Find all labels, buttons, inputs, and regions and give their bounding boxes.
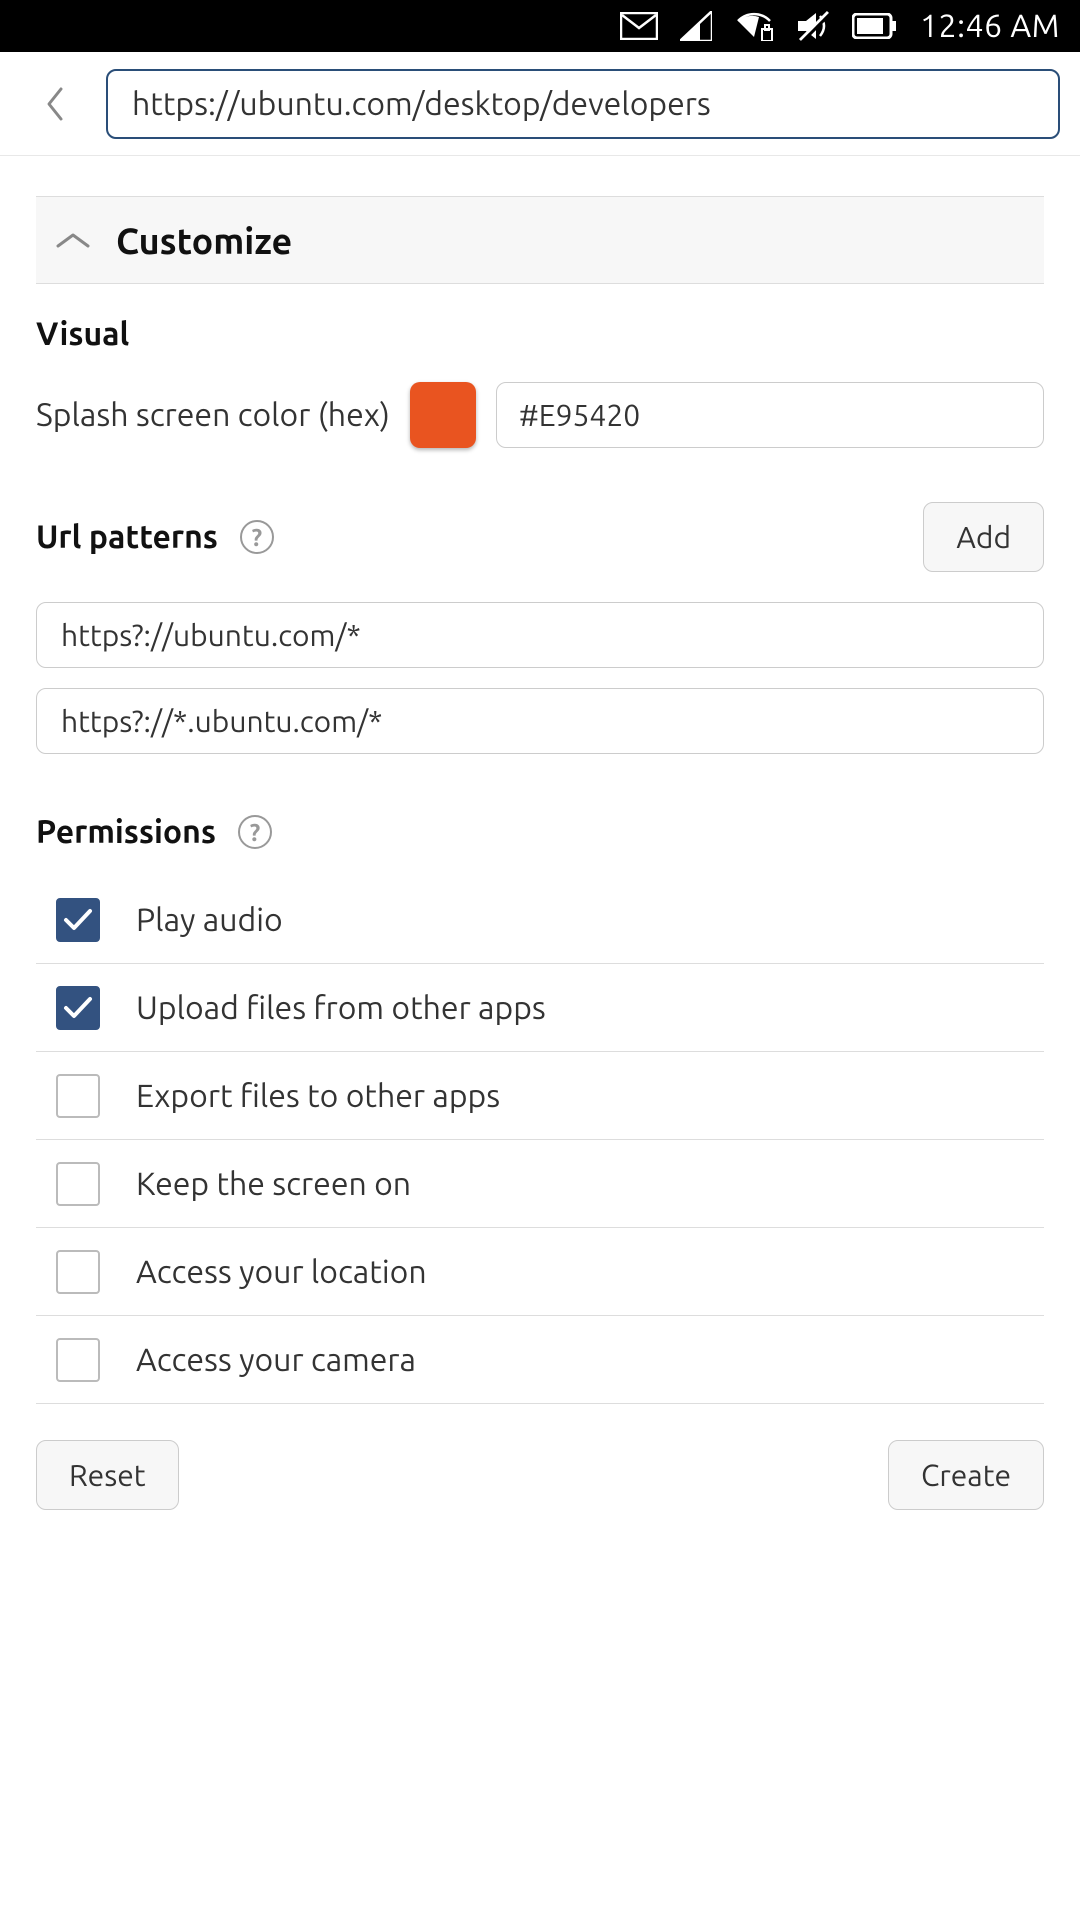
permission-label: Access your location [136,1254,427,1290]
footer-buttons: Reset Create [36,1440,1044,1546]
permission-label: Access your camera [136,1342,416,1378]
url-patterns-row: Url patterns ? Add [36,502,1044,572]
permission-row: Export files to other apps [36,1052,1044,1140]
mute-icon [796,10,830,42]
splash-hex-input[interactable] [496,382,1044,448]
permission-row: Play audio [36,876,1044,964]
permission-row: Access your location [36,1228,1044,1316]
checkbox-export-files[interactable] [56,1074,100,1118]
back-button[interactable] [40,89,70,119]
status-bar: 12:46 AM [0,0,1080,52]
permissions-list: Play audio Upload files from other apps … [36,876,1044,1404]
permissions-section: Permissions ? Play audio Upload files fr… [36,814,1044,1404]
permission-label: Keep the screen on [136,1166,411,1202]
checkbox-access-camera[interactable] [56,1338,100,1382]
url-patterns-heading: Url patterns [36,519,218,555]
url-pattern-input[interactable] [36,602,1044,668]
color-swatch[interactable] [410,382,476,448]
url-input[interactable] [106,69,1060,139]
url-patterns-list [36,602,1044,754]
permission-row: Upload files from other apps [36,964,1044,1052]
chevron-left-icon [45,86,65,122]
permissions-heading: Permissions [36,814,216,850]
checkbox-access-location[interactable] [56,1250,100,1294]
permission-label: Upload files from other apps [136,990,546,1026]
checkbox-keep-screen-on[interactable] [56,1162,100,1206]
permission-row: Access your camera [36,1316,1044,1404]
wifi-icon [734,11,774,41]
reset-button[interactable]: Reset [36,1440,179,1510]
url-bar [0,52,1080,156]
status-time: 12:46 AM [920,8,1060,44]
checkbox-upload-files[interactable] [56,986,100,1030]
check-icon [63,908,93,932]
check-icon [63,996,93,1020]
create-button[interactable]: Create [888,1440,1044,1510]
permission-label: Play audio [136,902,283,938]
accordion-title: Customize [116,220,292,261]
battery-icon [852,13,896,39]
url-pattern-input[interactable] [36,688,1044,754]
splash-label: Splash screen color (hex) [36,397,390,433]
permission-label: Export files to other apps [136,1078,500,1114]
mail-icon [620,12,658,40]
customize-accordion-header[interactable]: Customize [36,196,1044,284]
chevron-up-icon [54,221,92,259]
visual-heading: Visual [36,316,1044,352]
status-icons [620,10,896,42]
cellular-signal-icon [680,11,712,41]
add-button[interactable]: Add [923,502,1044,572]
permission-row: Keep the screen on [36,1140,1044,1228]
content: Customize Visual Splash screen color (he… [0,156,1080,1546]
splash-row: Splash screen color (hex) [36,382,1044,448]
help-icon[interactable]: ? [240,520,274,554]
help-icon[interactable]: ? [238,815,272,849]
checkbox-play-audio[interactable] [56,898,100,942]
